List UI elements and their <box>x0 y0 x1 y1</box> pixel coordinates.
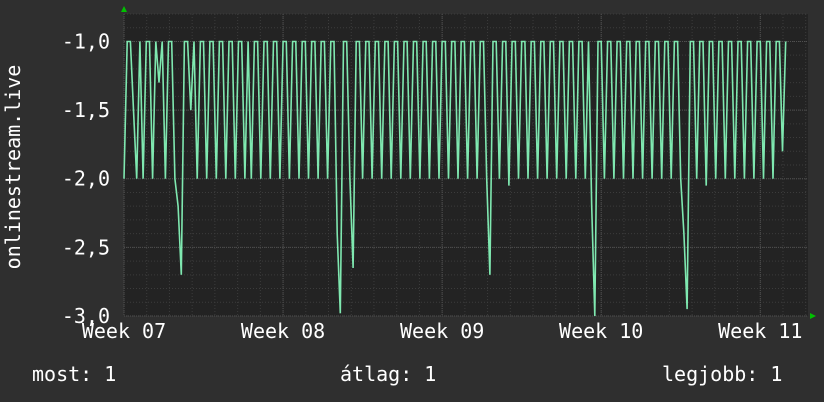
x-tick-label: Week 07 <box>82 319 166 343</box>
y-axis-label: onlinestream.live <box>1 65 25 270</box>
x-axis-ticks: Week 07 Week 08 Week 09 Week 10 Week 11 <box>82 319 803 343</box>
x-axis-arrow <box>810 313 816 319</box>
x-tick-label: Week 08 <box>241 319 325 343</box>
legend-max: legjobb: 1 <box>662 362 783 386</box>
x-tick-label: Week 10 <box>559 319 643 343</box>
y-tick-label: -1,0 <box>62 29 110 53</box>
x-tick-label: Week 11 <box>718 319 802 343</box>
legend-current: most: 1 <box>32 362 117 386</box>
y-tick-label: -2,0 <box>62 167 110 191</box>
x-tick-label: Week 09 <box>400 319 484 343</box>
y-tick-label: -1,5 <box>62 98 110 122</box>
line-chart: -1,0-1,5-2,0-2,5-3,0 Week 07 Week 08 Week … <box>1 6 816 343</box>
legend-average: átlag: 1 <box>340 362 437 386</box>
y-axis-arrow <box>121 6 127 12</box>
y-axis-ticks: -1,0-1,5-2,0-2,5-3,0 <box>62 29 110 328</box>
y-tick-label: -2,5 <box>62 235 110 259</box>
